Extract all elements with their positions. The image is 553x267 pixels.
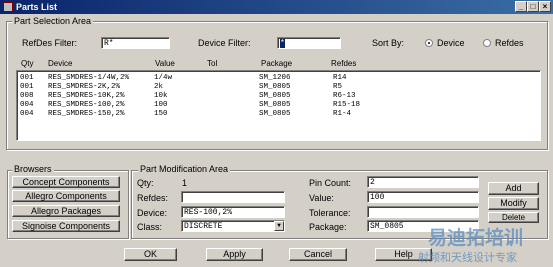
allegro-packages-button[interactable]: Allegro Packages bbox=[12, 205, 120, 217]
refdes-filter-label: RefDes Filter: bbox=[22, 38, 78, 48]
qty-value: 1 bbox=[182, 178, 188, 188]
table-row[interactable]: 001 RES_SMDRES-2K,2% 2k SM_0805 R5 bbox=[17, 83, 537, 91]
col-qty[interactable]: Qty bbox=[21, 59, 33, 69]
class-select-value: DISCRETE bbox=[184, 222, 223, 231]
table-row[interactable]: 001 RES_SMDRES-1/4W,2% 1/4w SM_1206 R14 bbox=[17, 74, 537, 82]
tolerance-label: Tolerance: bbox=[309, 208, 351, 218]
parts-list-window: Parts List _ □ × Part Selection Area Ref… bbox=[0, 0, 553, 267]
device-filter-label: Device Filter: bbox=[198, 38, 251, 48]
table-row[interactable]: 004 RES_SMDRES-100,2% 100 SM_0805 R15-18 bbox=[17, 101, 537, 109]
col-device[interactable]: Device bbox=[48, 59, 72, 69]
ok-button[interactable]: OK bbox=[124, 248, 177, 261]
device-filter-value: * bbox=[280, 39, 285, 48]
maximize-icon[interactable]: □ bbox=[527, 1, 539, 12]
device-input[interactable]: RES-100,2% bbox=[181, 206, 285, 218]
apply-button[interactable]: Apply bbox=[206, 248, 263, 261]
minimize-icon[interactable]: _ bbox=[515, 1, 527, 12]
watermark-logo-text: 易迪拓培训 bbox=[428, 227, 524, 249]
watermark-tagline: 射频和天线设计专家 bbox=[418, 251, 517, 264]
value-label: Value: bbox=[309, 193, 334, 203]
allegro-components-button[interactable]: Allegro Components bbox=[12, 190, 120, 202]
pin-count-label: Pin Count: bbox=[309, 178, 352, 188]
window-title: Parts List bbox=[16, 2, 58, 12]
part-selection-title: Part Selection Area bbox=[12, 16, 94, 26]
refdes-label: Refdes: bbox=[137, 193, 169, 203]
package-label: Package: bbox=[309, 222, 347, 232]
parts-list-table[interactable]: 001 RES_SMDRES-1/4W,2% 1/4w SM_1206 R14 … bbox=[16, 70, 541, 141]
sort-refdes-label[interactable]: Refdes bbox=[495, 38, 524, 49]
add-button[interactable]: Add bbox=[488, 182, 539, 195]
value-input[interactable]: 100 bbox=[367, 191, 479, 203]
close-icon[interactable]: × bbox=[539, 1, 551, 12]
cancel-button[interactable]: Cancel bbox=[289, 248, 347, 261]
refdes-input[interactable] bbox=[181, 191, 285, 203]
app-icon bbox=[3, 2, 13, 12]
device-label: Device: bbox=[137, 208, 168, 218]
col-refdes[interactable]: Refdes bbox=[331, 59, 356, 69]
col-value[interactable]: Value bbox=[155, 59, 175, 69]
chevron-down-icon[interactable]: ▼ bbox=[274, 221, 284, 231]
table-row[interactable]: 008 RES_SMDRES-10K,2% 10k SM_0805 R6-13 bbox=[17, 92, 537, 100]
col-tol[interactable]: Tol bbox=[207, 59, 217, 69]
tolerance-input[interactable] bbox=[367, 206, 479, 218]
qty-label: Qty: bbox=[137, 178, 154, 188]
class-label: Class: bbox=[137, 222, 163, 232]
sort-by-label: Sort By: bbox=[372, 38, 405, 48]
signoise-components-button[interactable]: Signoise Components bbox=[12, 220, 120, 232]
class-select[interactable]: DISCRETE ▼ bbox=[181, 220, 285, 232]
title-bar[interactable]: Parts List _ □ × bbox=[0, 0, 553, 14]
part-modification-title: Part Modification Area bbox=[138, 164, 231, 174]
device-filter-input[interactable]: * bbox=[277, 37, 341, 49]
table-row[interactable]: 004 RES_SMDRES-150,2% 150 SM_0805 R1-4 bbox=[17, 110, 537, 118]
sort-refdes-radio[interactable] bbox=[483, 39, 491, 47]
concept-components-button[interactable]: Concept Components bbox=[12, 176, 120, 188]
modify-button[interactable]: Modify bbox=[488, 197, 539, 210]
delete-button[interactable]: Delete bbox=[488, 212, 539, 223]
sort-device-label[interactable]: Device bbox=[437, 38, 465, 49]
refdes-filter-input[interactable]: R* bbox=[101, 37, 170, 49]
sort-device-radio[interactable] bbox=[425, 39, 433, 47]
browsers-title: Browsers bbox=[12, 164, 54, 174]
col-package[interactable]: Package bbox=[261, 59, 292, 69]
pin-count-input[interactable]: 2 bbox=[367, 176, 479, 188]
